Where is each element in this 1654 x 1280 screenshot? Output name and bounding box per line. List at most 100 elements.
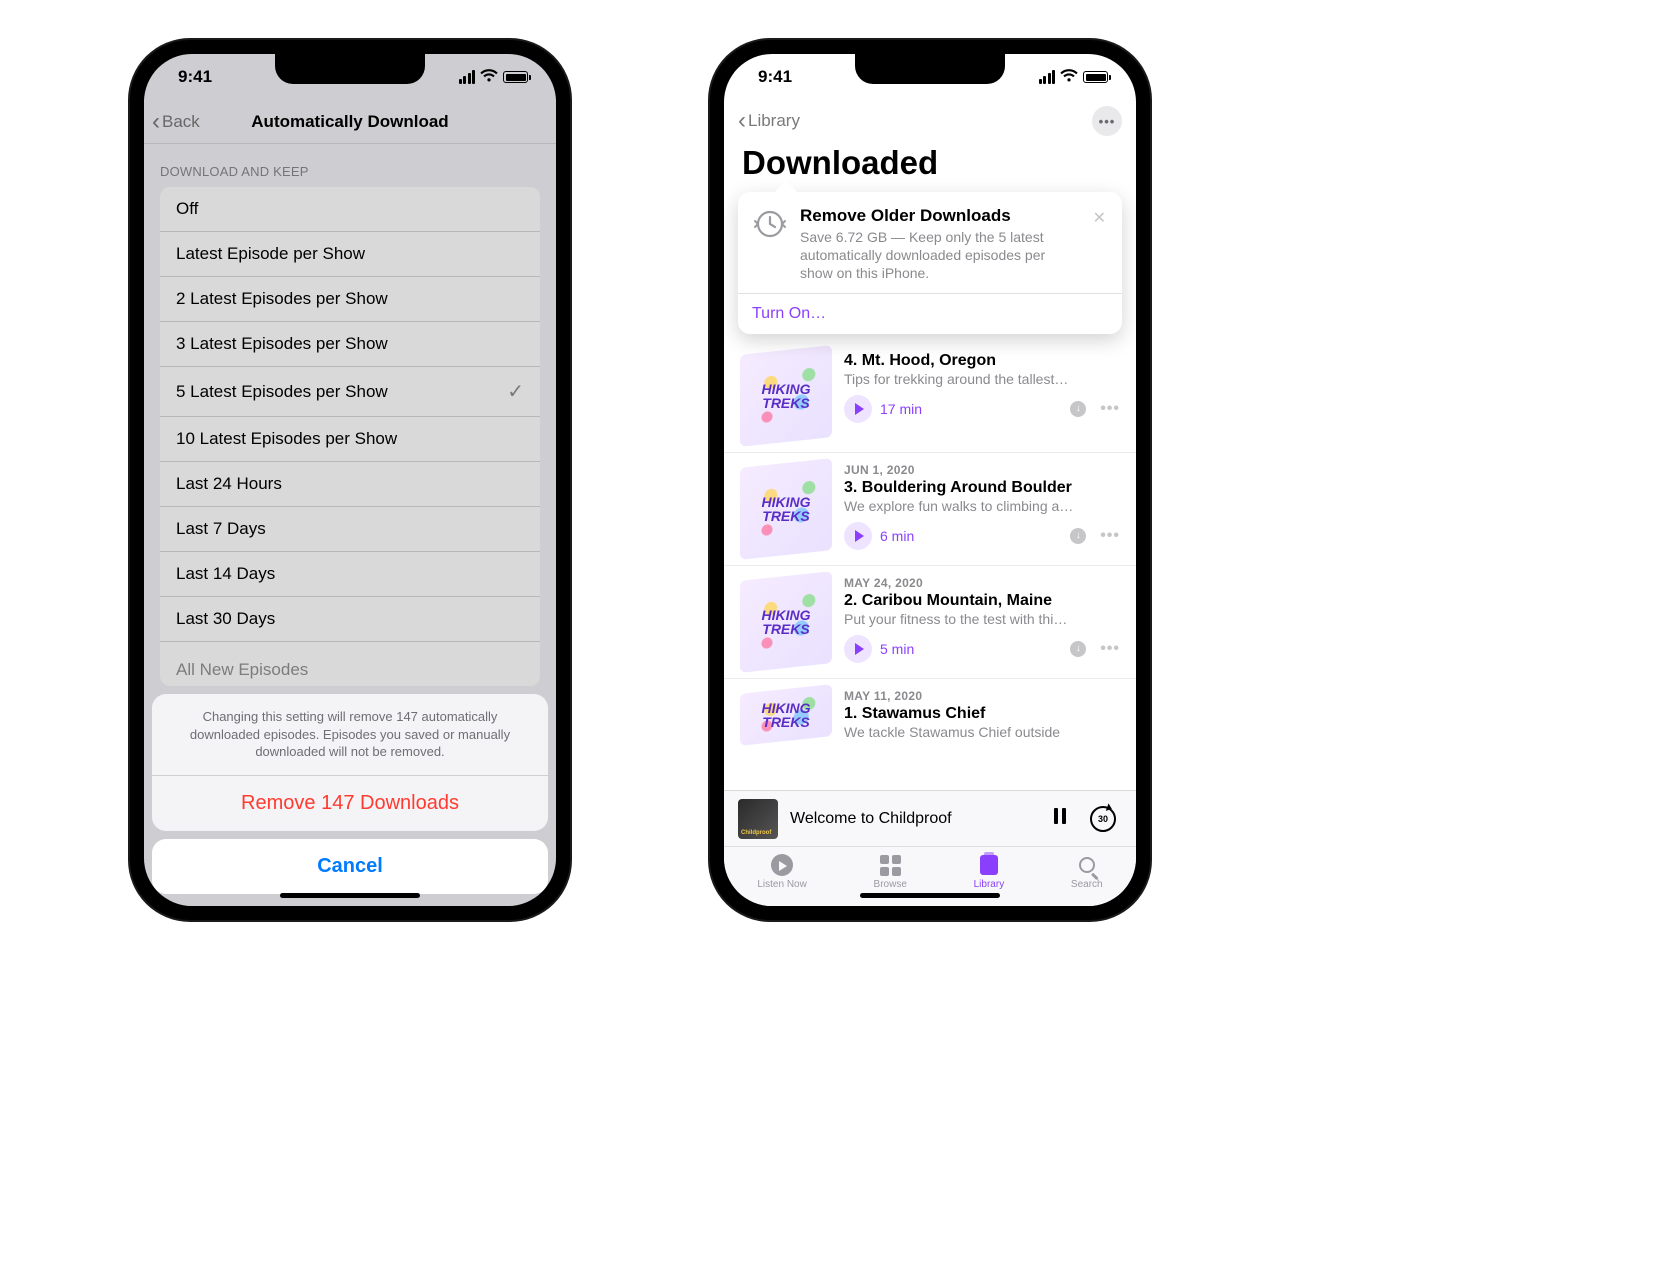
remove-downloads-button[interactable]: Remove 147 Downloads bbox=[152, 776, 548, 831]
back-button[interactable]: ‹ Library bbox=[738, 109, 800, 133]
notch bbox=[275, 54, 425, 84]
option-row[interactable]: Last 7 Days bbox=[160, 507, 540, 552]
checkmark-icon: ✓ bbox=[507, 379, 524, 404]
skip-30-icon: 30 bbox=[1090, 806, 1116, 832]
episode-row[interactable]: HIKING TREKS MAY 24, 2020 2. Caribou Mou… bbox=[724, 566, 1136, 679]
option-label: 2 Latest Episodes per Show bbox=[176, 289, 388, 309]
option-label: 10 Latest Episodes per Show bbox=[176, 429, 397, 449]
play-icon bbox=[855, 643, 864, 655]
sheet-message: Changing this setting will remove 147 au… bbox=[152, 694, 548, 776]
episode-more-button[interactable]: ••• bbox=[1100, 400, 1120, 418]
back-label: Back bbox=[162, 112, 200, 132]
play-button[interactable] bbox=[844, 395, 872, 423]
episode-description: We tackle Stawamus Chief outside bbox=[844, 724, 1120, 740]
option-row[interactable]: 10 Latest Episodes per Show bbox=[160, 417, 540, 462]
chevron-left-icon: ‹ bbox=[152, 110, 160, 134]
option-row[interactable]: Latest Episode per Show bbox=[160, 232, 540, 277]
listen-now-icon bbox=[771, 854, 793, 876]
nav-bar: ‹ Back Automatically Download bbox=[144, 100, 556, 144]
option-label: Last 7 Days bbox=[176, 519, 266, 539]
now-playing-title: Welcome to Childproof bbox=[790, 810, 1036, 828]
now-playing-bar[interactable]: Childproof Welcome to Childproof 30 bbox=[724, 790, 1136, 846]
podcast-artwork: HIKING TREKS bbox=[740, 684, 832, 746]
browse-icon bbox=[880, 855, 901, 876]
option-row[interactable]: Off bbox=[160, 187, 540, 232]
battery-icon bbox=[1083, 71, 1108, 83]
home-indicator[interactable] bbox=[860, 893, 1000, 898]
downloaded-icon: ↓ bbox=[1070, 401, 1086, 417]
section-header: DOWNLOAD AND KEEP bbox=[144, 144, 556, 187]
episode-more-button[interactable]: ••• bbox=[1100, 640, 1120, 658]
skip-forward-30-button[interactable]: 30 bbox=[1084, 806, 1122, 832]
tab-label: Listen Now bbox=[757, 879, 806, 890]
option-label: 3 Latest Episodes per Show bbox=[176, 334, 388, 354]
option-label: Off bbox=[176, 199, 198, 219]
wifi-icon bbox=[1060, 67, 1078, 87]
option-label: All New Episodes bbox=[176, 660, 308, 680]
play-icon bbox=[855, 530, 864, 542]
option-row-selected[interactable]: 5 Latest Episodes per Show ✓ bbox=[160, 367, 540, 417]
option-row[interactable]: Last 24 Hours bbox=[160, 462, 540, 507]
nav-bar: ‹ Library ••• bbox=[724, 100, 1136, 142]
nav-title: Automatically Download bbox=[144, 112, 556, 132]
play-button[interactable] bbox=[844, 522, 872, 550]
tab-browse[interactable]: Browse bbox=[874, 853, 907, 890]
episode-title: 2. Caribou Mountain, Maine bbox=[844, 592, 1120, 610]
battery-icon bbox=[503, 71, 528, 83]
episode-duration: 6 min bbox=[880, 528, 914, 544]
tab-label: Search bbox=[1071, 879, 1103, 890]
tab-label: Library bbox=[974, 879, 1005, 890]
tip-card: Remove Older Downloads Save 6.72 GB — Ke… bbox=[738, 192, 1122, 334]
tip-action-button[interactable]: Turn On… bbox=[738, 293, 1122, 334]
options-list: Off Latest Episode per Show 2 Latest Epi… bbox=[160, 187, 540, 686]
cellular-icon bbox=[459, 70, 476, 84]
status-time: 9:41 bbox=[178, 67, 212, 87]
play-icon bbox=[855, 403, 864, 415]
episode-row[interactable]: HIKING TREKS MAY 11, 2020 1. Stawamus Ch… bbox=[724, 679, 1136, 741]
now-playing-artwork: Childproof bbox=[738, 799, 778, 839]
phone-right: 9:41 ‹ Library ••• Downloaded bbox=[710, 40, 1150, 920]
option-row[interactable]: Last 14 Days bbox=[160, 552, 540, 597]
episode-title: 1. Stawamus Chief bbox=[844, 705, 1120, 723]
tip-subtitle: Save 6.72 GB — Keep only the 5 latest au… bbox=[800, 228, 1079, 283]
play-button[interactable] bbox=[844, 635, 872, 663]
cellular-icon bbox=[1039, 70, 1056, 84]
episode-row[interactable]: HIKING TREKS 4. Mt. Hood, Oregon Tips fo… bbox=[724, 340, 1136, 453]
podcast-artwork: HIKING TREKS bbox=[740, 458, 832, 560]
action-sheet: Changing this setting will remove 147 au… bbox=[152, 694, 548, 894]
option-label: Last 30 Days bbox=[176, 609, 275, 629]
option-row[interactable]: 3 Latest Episodes per Show bbox=[160, 322, 540, 367]
option-row[interactable]: Last 30 Days bbox=[160, 597, 540, 642]
episode-row[interactable]: HIKING TREKS JUN 1, 2020 3. Bouldering A… bbox=[724, 453, 1136, 566]
option-row[interactable]: 2 Latest Episodes per Show bbox=[160, 277, 540, 322]
episode-more-button[interactable]: ••• bbox=[1100, 527, 1120, 545]
clock-rewind-icon bbox=[752, 206, 788, 242]
library-icon bbox=[980, 855, 998, 875]
tab-library[interactable]: Library bbox=[974, 853, 1005, 890]
chevron-left-icon: ‹ bbox=[738, 109, 746, 133]
option-row[interactable]: All New Episodes bbox=[160, 642, 540, 686]
tip-close-button[interactable]: ✕ bbox=[1091, 206, 1108, 283]
tab-listen-now[interactable]: Listen Now bbox=[757, 853, 806, 890]
tab-label: Browse bbox=[874, 879, 907, 890]
tab-search[interactable]: Search bbox=[1071, 853, 1103, 890]
home-indicator[interactable] bbox=[280, 893, 420, 898]
back-button[interactable]: ‹ Back bbox=[152, 110, 200, 134]
cancel-button[interactable]: Cancel bbox=[152, 839, 548, 894]
episode-duration: 17 min bbox=[880, 401, 922, 417]
downloaded-icon: ↓ bbox=[1070, 641, 1086, 657]
option-label: Latest Episode per Show bbox=[176, 244, 365, 264]
phone-left: 9:41 ‹ Back Automatically Download DOWNL… bbox=[130, 40, 570, 920]
pause-icon bbox=[1054, 808, 1066, 824]
episode-description: We explore fun walks to climbing a… bbox=[844, 498, 1120, 514]
tip-title: Remove Older Downloads bbox=[800, 206, 1079, 226]
close-icon: ✕ bbox=[1093, 210, 1106, 227]
option-label: 5 Latest Episodes per Show bbox=[176, 382, 388, 402]
episode-description: Put your fitness to the test with thi… bbox=[844, 611, 1120, 627]
episodes-list[interactable]: HIKING TREKS 4. Mt. Hood, Oregon Tips fo… bbox=[724, 334, 1136, 741]
back-label: Library bbox=[748, 111, 800, 131]
more-button[interactable]: ••• bbox=[1092, 106, 1122, 136]
downloaded-icon: ↓ bbox=[1070, 528, 1086, 544]
episode-description: Tips for trekking around the tallest… bbox=[844, 371, 1120, 387]
pause-button[interactable] bbox=[1048, 807, 1072, 830]
